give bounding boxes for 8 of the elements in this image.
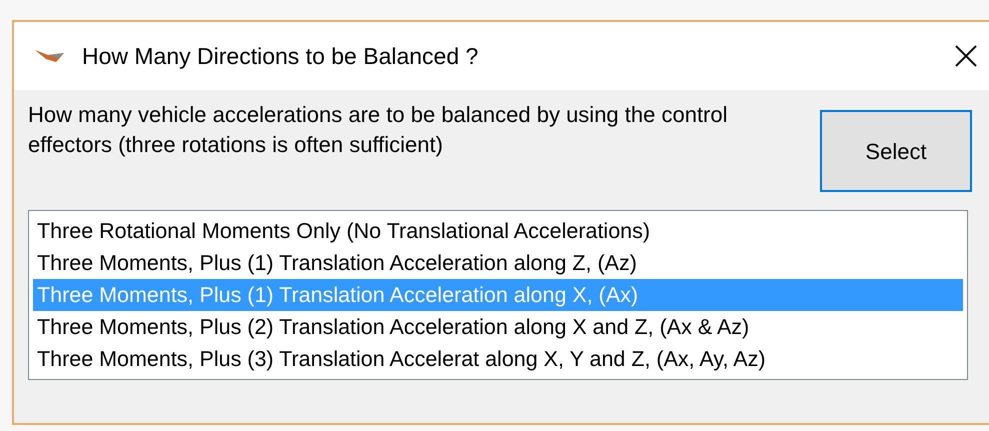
list-item[interactable]: Three Moments, Plus (3) Translation Accelerat along X, Y and Z, (Ax, Ay, Az) xyxy=(33,343,963,375)
window-title: How Many Directions to be Balanced ? xyxy=(82,42,478,71)
prompt-text: How many vehicle accelerations are to be balanced by using the control effectors (three rotations is often sufficient) xyxy=(28,101,729,159)
list-item[interactable]: Three Rotational Moments Only (No Translational Accelerations) xyxy=(33,215,963,247)
list-item[interactable]: Three Moments, Plus (2) Translation Acceleration along X and Z, (Ax & Az) xyxy=(33,311,963,343)
select-button[interactable]: Select xyxy=(820,110,972,192)
close-icon[interactable] xyxy=(954,44,978,68)
list-item[interactable]: Three Moments, Plus (1) Translation Acceleration along Z, (Az) xyxy=(33,247,963,279)
